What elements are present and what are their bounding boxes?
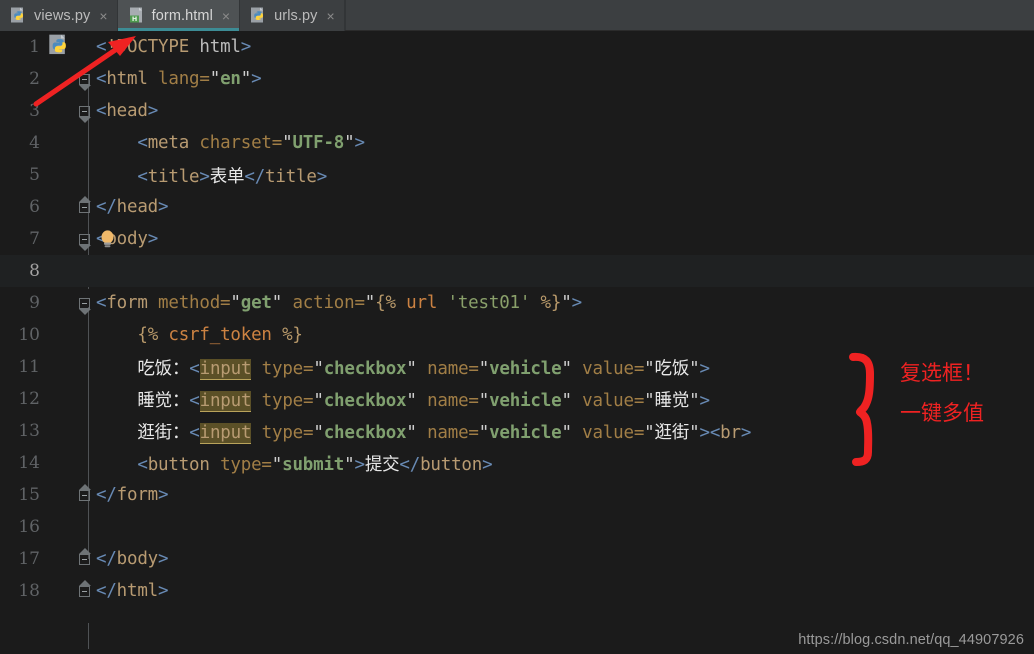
code-line-1[interactable]: 1 <!DOCTYPE html> [0, 31, 1034, 63]
code-text: <!DOCTYPE html> [92, 37, 251, 57]
line-number: 7 [0, 229, 42, 249]
fold-open-icon[interactable] [79, 74, 90, 85]
code-text: <head> [92, 101, 158, 121]
python-file-icon [48, 34, 70, 60]
fold-open-icon[interactable] [79, 106, 90, 117]
fold-marker-slot[interactable] [76, 554, 92, 565]
code-text: </body> [92, 549, 168, 569]
code-text: <html lang="en"> [92, 69, 261, 89]
fold-marker-slot[interactable] [76, 298, 92, 309]
code-line-11[interactable]: 11 吃饭：<input type="checkbox" name="vehic… [0, 351, 1034, 383]
close-icon[interactable]: × [99, 9, 107, 23]
fold-open-icon[interactable] [79, 234, 90, 245]
code-line-6[interactable]: 6 </head> [0, 191, 1034, 223]
tab-label: views.py [34, 8, 90, 24]
line-number: 16 [0, 517, 42, 537]
line-number: 1 [0, 37, 42, 57]
tab-form-html[interactable]: H form.html × [118, 0, 241, 31]
code-line-3[interactable]: 3 <head> [0, 95, 1034, 127]
watermark: https://blog.csdn.net/qq_44907926 [798, 632, 1024, 648]
line-number: 3 [0, 101, 42, 121]
line-number: 8 [0, 261, 42, 281]
fold-marker-slot[interactable] [76, 490, 92, 501]
code-text: <button type="submit">提交</button> [92, 451, 492, 476]
line-number: 6 [0, 197, 42, 217]
html-file-icon: H [128, 7, 145, 24]
fold-marker-slot[interactable] [76, 106, 92, 117]
lightbulb-icon[interactable] [99, 229, 116, 253]
fold-marker-slot[interactable] [76, 586, 92, 597]
fold-marker-slot[interactable] [76, 74, 92, 85]
code-text: <form method="get" action="{% url 'test0… [92, 293, 582, 313]
line-number: 15 [0, 485, 42, 505]
line-number: 17 [0, 549, 42, 569]
code-text: 吃饭：<input type="checkbox" name="vehicle"… [92, 355, 710, 380]
python-file-icon [10, 7, 27, 24]
tab-views-py[interactable]: views.py × [0, 0, 118, 31]
code-text: <title>表单</title> [92, 163, 327, 188]
code-line-15[interactable]: 15 </form> [0, 479, 1034, 511]
tab-bar-empty-area [345, 0, 1034, 30]
code-line-13[interactable]: 13 逛街：<input type="checkbox" name="vehic… [0, 415, 1034, 447]
code-line-16[interactable]: 16 [0, 511, 1034, 543]
line-number: 5 [0, 165, 42, 185]
fold-marker-slot[interactable] [76, 234, 92, 245]
tab-urls-py[interactable]: urls.py × [240, 0, 345, 31]
fold-close-icon[interactable] [79, 586, 90, 597]
tab-label: form.html [152, 8, 213, 24]
code-text: </head> [92, 197, 168, 217]
python-file-icon [250, 7, 267, 24]
code-text: 睡觉：<input type="checkbox" name="vehicle"… [92, 387, 710, 412]
editor-tab-bar: views.py × H form.html × [0, 0, 1034, 31]
svg-text:H: H [131, 15, 136, 23]
fold-marker-slot[interactable] [76, 202, 92, 213]
code-line-18[interactable]: 18 </html> [0, 575, 1034, 607]
line-number: 13 [0, 421, 42, 441]
code-text: 逛街：<input type="checkbox" name="vehicle"… [92, 419, 751, 444]
code-line-14[interactable]: 14 <button type="submit">提交</button> [0, 447, 1034, 479]
fold-open-icon[interactable] [79, 298, 90, 309]
code-line-9[interactable]: 9 <form method="get" action="{% url 'test… [0, 287, 1034, 319]
close-icon[interactable]: × [327, 9, 335, 23]
code-line-12[interactable]: 12 睡觉：<input type="checkbox" name="vehic… [0, 383, 1034, 415]
indent-guide [88, 623, 89, 649]
line-number: 2 [0, 69, 42, 89]
line-number: 18 [0, 581, 42, 601]
line-number: 12 [0, 389, 42, 409]
line-number: 4 [0, 133, 42, 153]
ide-window: views.py × H form.html × [0, 0, 1034, 654]
fold-close-icon[interactable] [79, 202, 90, 213]
fold-close-icon[interactable] [79, 554, 90, 565]
code-text: {% csrf_token %} [92, 325, 303, 345]
code-line-17[interactable]: 17 </body> [0, 543, 1034, 575]
line-number: 11 [0, 357, 42, 377]
code-line-4[interactable]: 4 <meta charset="UTF-8"> [0, 127, 1034, 159]
close-icon[interactable]: × [222, 9, 230, 23]
code-line-7[interactable]: 7<body> [0, 223, 1034, 255]
code-line-10[interactable]: 10 {% csrf_token %} [0, 319, 1034, 351]
line-number: 9 [0, 293, 42, 313]
code-line-5[interactable]: 5 <title>表单</title> [0, 159, 1034, 191]
code-lines: 1 <!DOCTYPE html> 2 <html lang="en"> 3 <head>… [0, 31, 1034, 607]
code-text: <meta charset="UTF-8"> [92, 133, 365, 153]
code-line-8[interactable]: 8 [0, 255, 1034, 287]
line-number: 10 [0, 325, 42, 345]
code-text: </html> [92, 581, 168, 601]
line-number: 14 [0, 453, 42, 473]
code-editor[interactable]: 1 <!DOCTYPE html> 2 <html lang="en"> 3 <head>… [0, 31, 1034, 654]
code-line-2[interactable]: 2 <html lang="en"> [0, 63, 1034, 95]
code-text: </form> [92, 485, 168, 505]
fold-close-icon[interactable] [79, 490, 90, 501]
gutter-icon-slot[interactable] [42, 34, 76, 60]
tab-label: urls.py [274, 8, 317, 24]
